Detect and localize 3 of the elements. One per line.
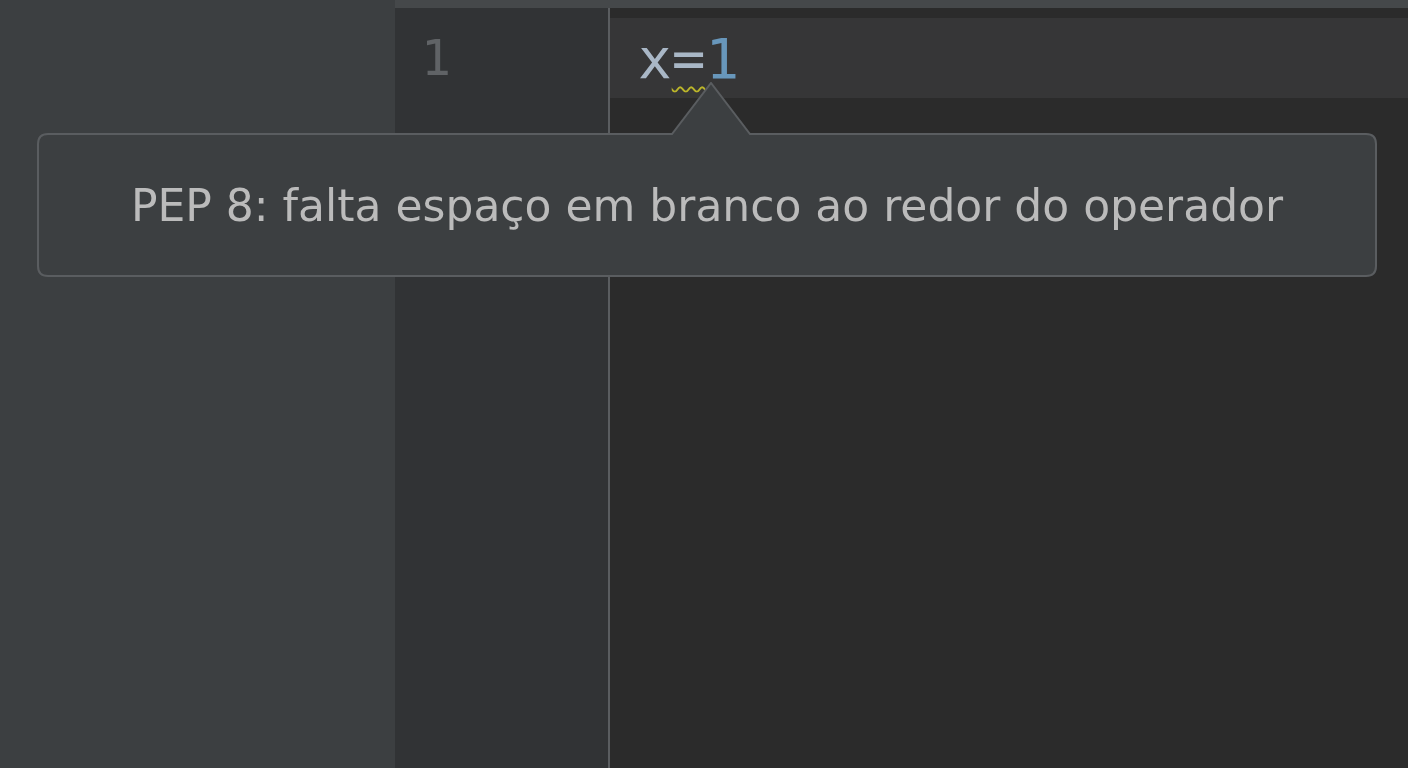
code-token: 1 [705, 25, 740, 91]
code-token: = [671, 25, 706, 91]
code-token: x [638, 25, 672, 91]
